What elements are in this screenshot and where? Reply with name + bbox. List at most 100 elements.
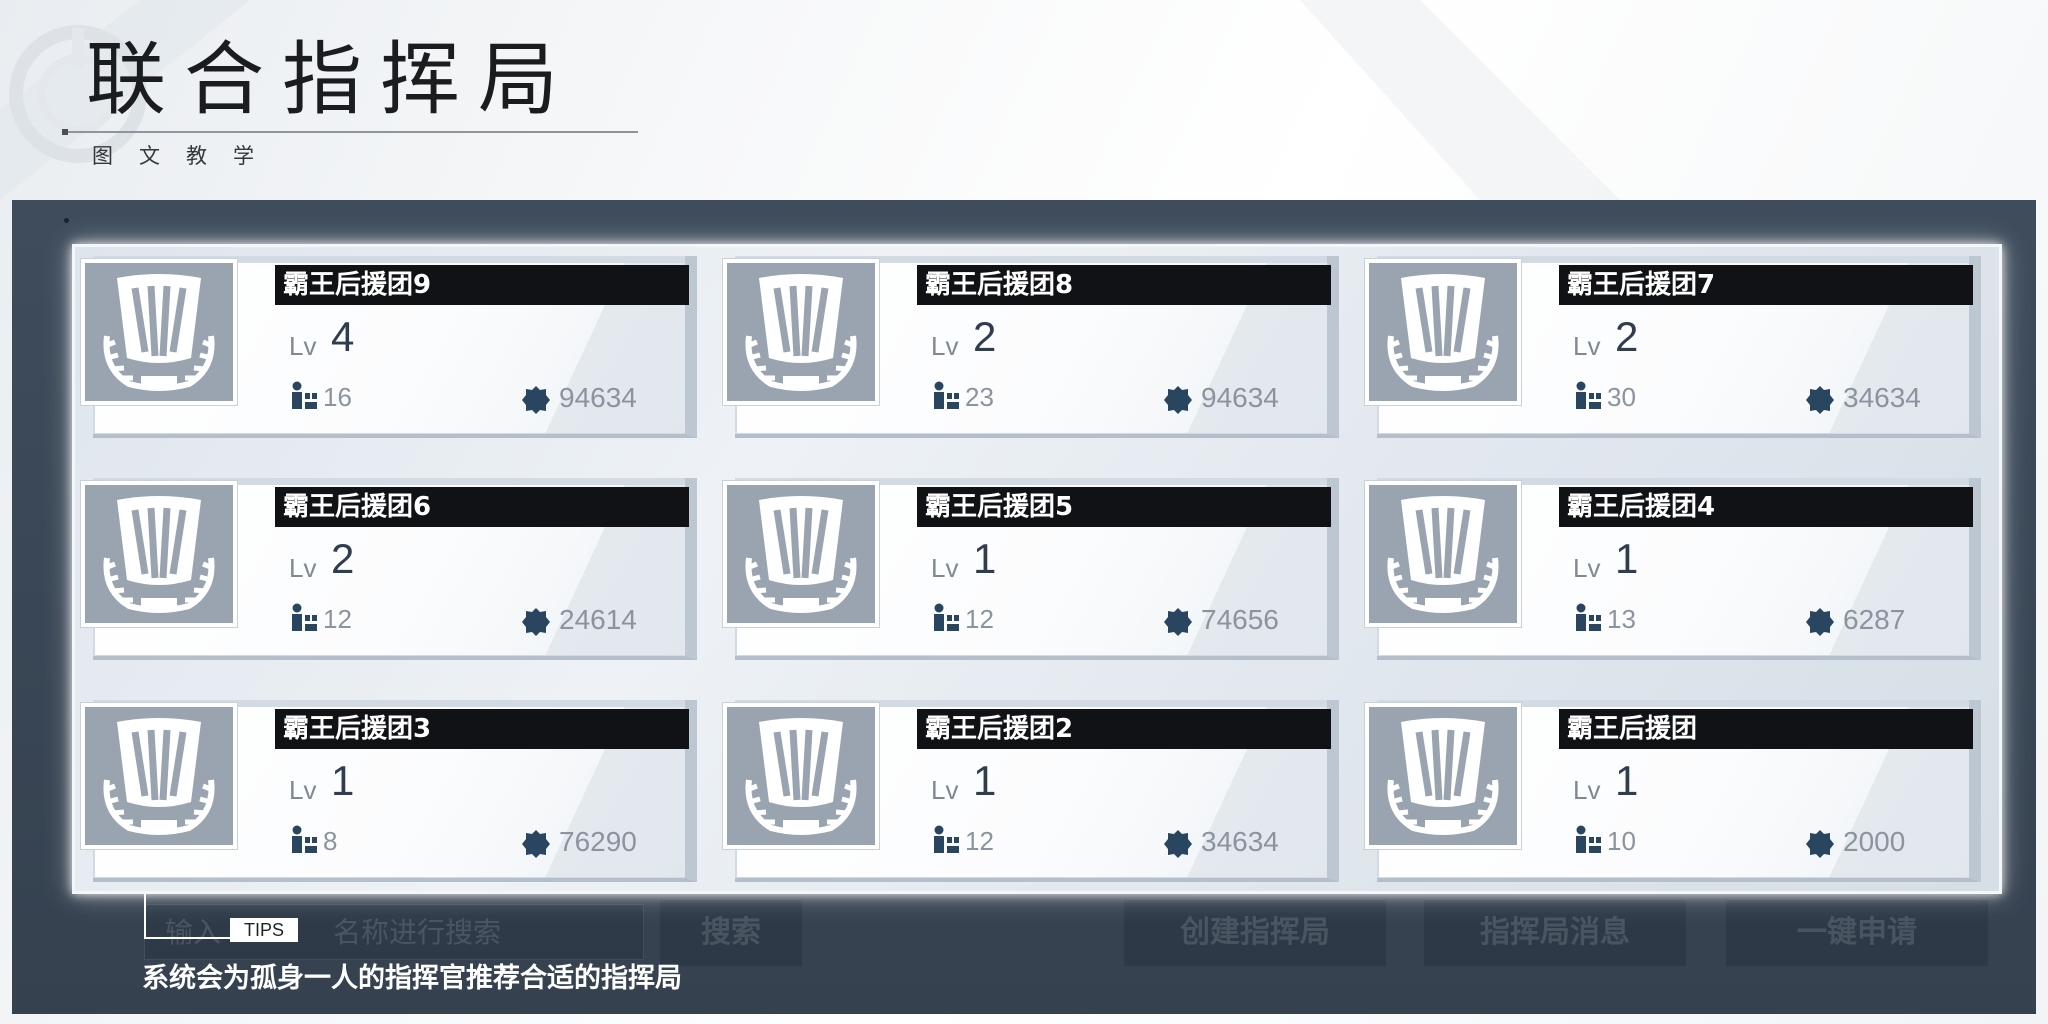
level-label: Lv [289, 775, 317, 805]
command-card[interactable]: 霸王后援团2 Lv 1 12 34634 [723, 695, 1339, 889]
emblem-icon [723, 259, 879, 405]
emblem-graphic [745, 496, 857, 613]
emblem-graphic [745, 718, 857, 835]
emblem-icon [81, 259, 237, 405]
power-value: 34634 [1843, 382, 1921, 413]
emblem-icon [1365, 481, 1521, 627]
command-card[interactable]: 霸王后援团4 Lv 1 13 6287 [1365, 473, 1981, 667]
level-value: 1 [1615, 535, 1639, 582]
frame-dot [64, 218, 69, 223]
emblem-graphic [1387, 718, 1499, 835]
level-value: 2 [973, 313, 997, 360]
level-label: Lv [289, 553, 317, 583]
members-count: 13 [1607, 604, 1636, 634]
tips-pointer-line [144, 937, 232, 939]
emblem-icon [81, 703, 237, 849]
level-value: 1 [973, 757, 997, 804]
members-icon [1576, 825, 1601, 853]
title-divider [62, 131, 638, 133]
members-icon [292, 825, 317, 853]
page-title: 联合指挥局 [86, 33, 576, 126]
level-label: Lv [931, 553, 959, 583]
level-value: 4 [331, 313, 355, 360]
command-name: 霸王后援团7 [1559, 265, 1973, 305]
command-name: 霸王后援团2 [917, 709, 1331, 749]
command-name: 霸王后援团 [1559, 709, 1973, 749]
gear-icon [1164, 386, 1192, 414]
gear-icon [1806, 830, 1834, 858]
members-icon [292, 381, 317, 409]
command-name: 霸王后援团5 [917, 487, 1331, 527]
members-icon [1576, 381, 1601, 409]
emblem-graphic [103, 496, 215, 613]
command-card[interactable]: 霸王后援团6 Lv 2 12 24614 [81, 473, 697, 667]
one-click-apply-button[interactable]: 一键申请 [1726, 900, 1988, 966]
emblem-graphic [1387, 274, 1499, 391]
gear-icon [1164, 830, 1192, 858]
search-placeholder-prefix: 输入 [165, 916, 222, 949]
command-list-panel: 霸王后援团9 Lv 4 16 94634 霸王后援团8 Lv 2 23 9463… [72, 244, 2002, 894]
command-card[interactable]: 霸王后援团 Lv 1 10 2000 [1365, 695, 1981, 889]
command-name: 霸王后援团8 [917, 265, 1331, 305]
tips-text: 系统会为孤身一人的指挥官推荐合适的指挥局 [142, 963, 682, 994]
level-label: Lv [1573, 331, 1601, 361]
gear-icon [1806, 608, 1834, 636]
page-subtitle: 图文教学 [92, 144, 280, 168]
search-input[interactable]: 输入 名称进行搜索 [144, 904, 644, 960]
members-count: 30 [1607, 382, 1636, 412]
create-command-button[interactable]: 创建指挥局 [1124, 900, 1386, 966]
power-value: 6287 [1843, 604, 1906, 635]
command-name: 霸王后援团3 [275, 709, 689, 749]
members-icon [1576, 603, 1601, 631]
emblem-icon [723, 703, 879, 849]
members-icon [934, 603, 959, 631]
gear-icon [1806, 386, 1834, 414]
level-label: Lv [1573, 553, 1601, 583]
power-value: 2000 [1843, 826, 1906, 857]
command-card[interactable]: 霸王后援团7 Lv 2 30 34634 [1365, 251, 1981, 445]
tips-label: TIPS [230, 918, 298, 942]
emblem-graphic [1387, 496, 1499, 613]
level-value: 2 [1615, 313, 1639, 360]
emblem-icon [1365, 703, 1521, 849]
command-news-button[interactable]: 指挥局消息 [1424, 900, 1686, 966]
command-name: 霸王后援团6 [275, 487, 689, 527]
members-count: 16 [323, 382, 352, 412]
members-icon [934, 381, 959, 409]
emblem-icon [723, 481, 879, 627]
power-value: 76290 [559, 826, 637, 857]
command-card[interactable]: 霸王后援团9 Lv 4 16 94634 [81, 251, 697, 445]
power-value: 34634 [1201, 826, 1279, 857]
command-name: 霸王后援团4 [1559, 487, 1973, 527]
tips-pointer-line [144, 893, 146, 939]
emblem-graphic [103, 718, 215, 835]
power-value: 74656 [1201, 604, 1279, 635]
members-count: 12 [323, 604, 352, 634]
title-divider-dot [62, 129, 68, 135]
level-label: Lv [931, 331, 959, 361]
gear-icon [522, 830, 550, 858]
emblem-graphic [103, 274, 215, 391]
gear-icon [522, 608, 550, 636]
level-value: 1 [973, 535, 997, 582]
command-card[interactable]: 霸王后援团3 Lv 1 8 76290 [81, 695, 697, 889]
emblem-icon [81, 481, 237, 627]
command-card[interactable]: 霸王后援团8 Lv 2 23 94634 [723, 251, 1339, 445]
members-icon [934, 825, 959, 853]
command-card[interactable]: 霸王后援团5 Lv 1 12 74656 [723, 473, 1339, 667]
gear-icon [1164, 608, 1192, 636]
power-value: 24614 [559, 604, 637, 635]
level-label: Lv [1573, 775, 1601, 805]
members-count: 12 [965, 604, 994, 634]
power-value: 94634 [559, 382, 637, 413]
members-count: 8 [323, 826, 338, 856]
search-placeholder-suffix: 名称进行搜索 [333, 916, 502, 949]
members-icon [292, 603, 317, 631]
command-name: 霸王后援团9 [275, 265, 689, 305]
level-value: 1 [1615, 757, 1639, 804]
power-value: 94634 [1201, 382, 1279, 413]
level-label: Lv [289, 331, 317, 361]
members-count: 10 [1607, 826, 1636, 856]
gear-icon [522, 386, 550, 414]
level-value: 2 [331, 535, 355, 582]
